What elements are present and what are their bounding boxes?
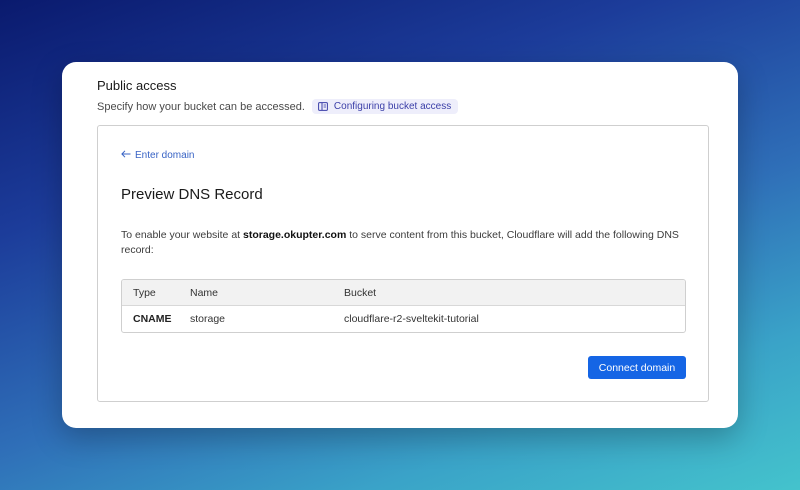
book-icon (318, 102, 328, 111)
section-description: Specify how your bucket can be accessed. (97, 100, 305, 113)
record-type: CNAME (133, 313, 172, 325)
column-header-bucket: Bucket (344, 286, 377, 299)
section-title: Public access (97, 78, 177, 93)
panel-title: Preview DNS Record (121, 186, 263, 203)
back-link-label: Enter domain (135, 150, 195, 161)
record-name: storage (190, 313, 226, 325)
enter-domain-back-link[interactable]: Enter domain (121, 150, 194, 161)
dns-record-table: Type Name Bucket CNAME storage cloudflar… (121, 279, 686, 333)
column-header-type: Type (133, 286, 156, 299)
configuring-bucket-access-link[interactable]: Configuring bucket access (311, 99, 459, 114)
arrow-left-icon (121, 150, 131, 161)
website-domain: storage.okupter.com (243, 229, 347, 241)
table-row: CNAME storage cloudflare-r2-sveltekit-tu… (122, 306, 685, 332)
record-bucket: cloudflare-r2-sveltekit-tutorial (344, 313, 479, 325)
connect-domain-button[interactable]: Connect domain (588, 356, 686, 379)
doc-link-label: Configuring bucket access (333, 101, 452, 112)
dns-text-before: To enable your website at (121, 229, 243, 241)
column-header-name: Name (190, 286, 219, 299)
table-header-row: Type Name Bucket (122, 280, 685, 306)
public-access-card: Public access Specify how your bucket ca… (62, 62, 738, 428)
section-description-row: Specify how your bucket can be accessed.… (97, 99, 459, 114)
dns-preview-panel: Enter domain Preview DNS Record To enabl… (97, 125, 709, 402)
dns-description: To enable your website at storage.okupte… (121, 228, 696, 258)
